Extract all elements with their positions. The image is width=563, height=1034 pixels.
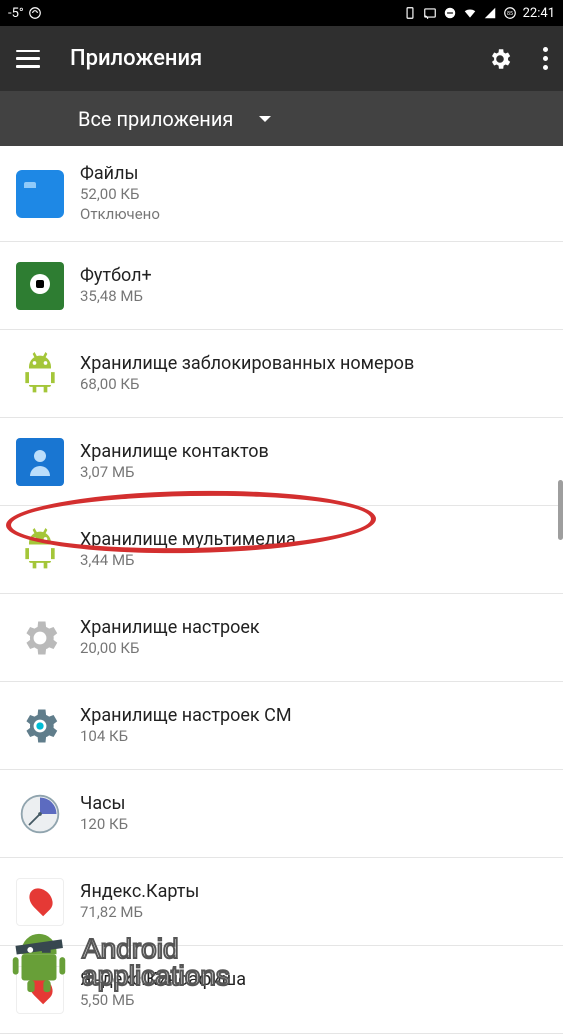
dropdown-arrow-icon <box>259 116 271 122</box>
portrait-icon <box>403 6 417 20</box>
gear-icon <box>16 614 64 662</box>
menu-icon[interactable] <box>16 50 40 68</box>
list-item[interactable]: Хранилище настроек 20,00 КБ <box>0 594 563 682</box>
svg-text:85: 85 <box>507 11 513 17</box>
app-size: 120 КБ <box>80 814 128 834</box>
app-size: 35,48 МБ <box>80 286 152 306</box>
app-size: 3,44 МБ <box>80 550 296 570</box>
app-title: Хранилище мультимедиа <box>80 529 296 550</box>
list-item[interactable]: Яндекс.Карты 71,82 МБ <box>0 858 563 946</box>
android-icon <box>16 526 64 574</box>
signal-icon <box>483 6 497 20</box>
status-bar: -5° 85 22:41 <box>0 0 563 26</box>
app-title: Часы <box>80 793 128 814</box>
contacts-icon <box>16 438 64 486</box>
dnd-icon <box>443 6 457 20</box>
app-size: 68,00 КБ <box>80 374 414 394</box>
app-size: 3,07 МБ <box>80 462 269 482</box>
app-size: 5,50 МБ <box>80 990 246 1010</box>
app-size: 52,00 КБ <box>80 184 160 204</box>
list-item[interactable]: Яндекс.Киноафиша 5,50 МБ <box>0 946 563 1034</box>
list-item[interactable]: Часы 120 КБ <box>0 770 563 858</box>
list-item[interactable]: Хранилище настроек CM 104 КБ <box>0 682 563 770</box>
yandex-kino-icon <box>16 966 64 1014</box>
scrollbar-thumb[interactable] <box>558 480 563 540</box>
app-title: Яндекс.Киноафиша <box>80 969 246 990</box>
app-title: Футбол+ <box>80 265 152 286</box>
football-icon <box>16 262 64 310</box>
list-item[interactable]: Хранилище контактов 3,07 МБ <box>0 418 563 506</box>
clock-icon <box>16 790 64 838</box>
settings-icon[interactable] <box>487 46 513 72</box>
page-title: Приложения <box>70 46 487 71</box>
filter-label: Все приложения <box>78 107 233 131</box>
app-list: Файлы 52,00 КБ Отключено Футбол+ 35,48 М… <box>0 146 563 1034</box>
cast-icon <box>423 6 437 20</box>
temperature-label: -5° <box>8 6 24 21</box>
filter-dropdown[interactable]: Все приложения <box>0 91 563 146</box>
app-size: 20,00 КБ <box>80 638 260 658</box>
android-icon <box>16 350 64 398</box>
app-title: Файлы <box>80 163 160 184</box>
app-status: Отключено <box>80 204 160 224</box>
list-item[interactable]: Хранилище заблокированных номеров 68,00 … <box>0 330 563 418</box>
wifi-icon <box>463 6 477 20</box>
files-icon <box>16 170 64 218</box>
app-title: Хранилище настроек <box>80 617 260 638</box>
list-item[interactable]: Файлы 52,00 КБ Отключено <box>0 146 563 242</box>
sync-icon <box>28 6 42 20</box>
app-title: Хранилище заблокированных номеров <box>80 353 414 374</box>
app-title: Хранилище контактов <box>80 441 269 462</box>
battery-icon: 85 <box>503 6 517 20</box>
clock-label: 22:41 <box>523 6 555 21</box>
yandex-maps-icon <box>16 878 64 926</box>
list-item[interactable]: Футбол+ 35,48 МБ <box>0 242 563 330</box>
gear-cm-icon <box>16 702 64 750</box>
app-title: Яндекс.Карты <box>80 881 199 902</box>
app-size: 71,82 МБ <box>80 902 199 922</box>
overflow-icon[interactable] <box>539 43 547 74</box>
app-toolbar: Приложения <box>0 26 563 91</box>
app-title: Хранилище настроек CM <box>80 705 292 726</box>
app-size: 104 КБ <box>80 726 292 746</box>
list-item[interactable]: Хранилище мультимедиа 3,44 МБ <box>0 506 563 594</box>
